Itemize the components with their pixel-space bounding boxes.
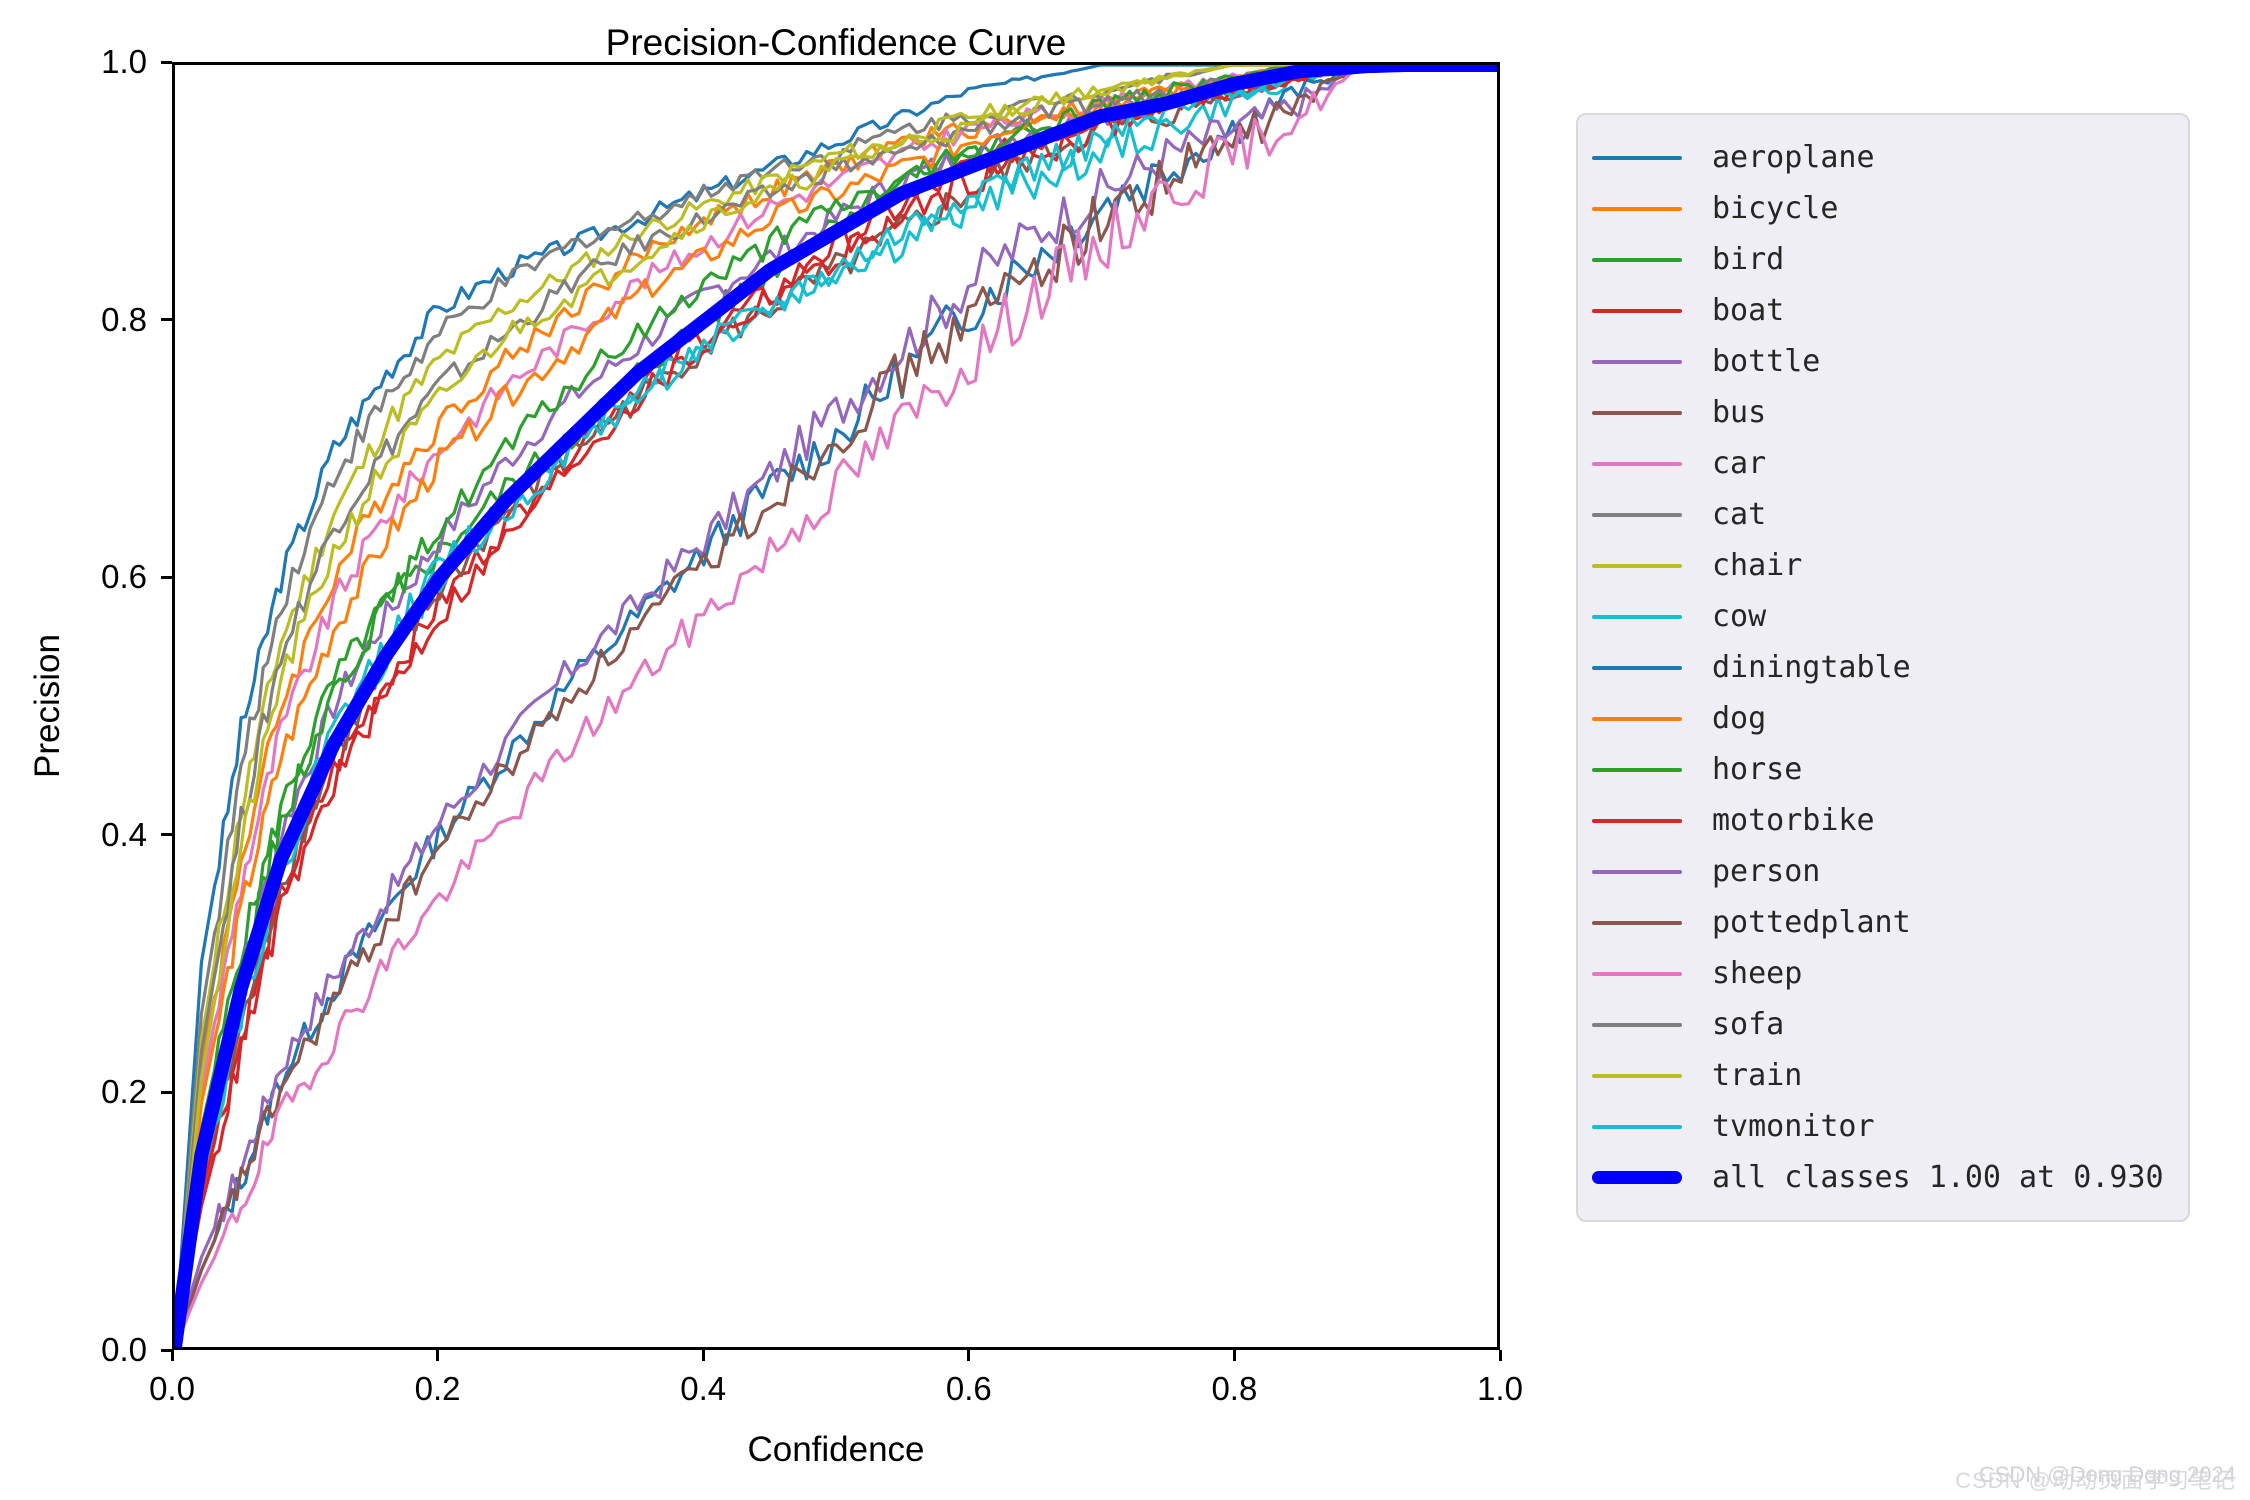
legend-item-label: bird: [1712, 242, 1785, 277]
legend-color-swatch: [1592, 206, 1682, 211]
chart-title: Precision-Confidence Curve: [605, 22, 1067, 63]
legend-item-label: motorbike: [1712, 803, 1875, 838]
plot-area: [172, 62, 1500, 1350]
curve-line: [175, 65, 1497, 1347]
legend-item[interactable]: bicycle: [1578, 183, 2188, 234]
legend-item-label: bottle: [1712, 344, 1821, 379]
legend-item[interactable]: aeroplane: [1578, 132, 2188, 183]
x-tick-label: 0.4: [680, 1370, 727, 1407]
legend-item-label: boat: [1712, 293, 1785, 328]
x-axis-label: Confidence: [747, 1430, 925, 1469]
x-tick-mark: [436, 1350, 440, 1361]
legend-item[interactable]: sheep: [1578, 948, 2188, 999]
watermark-line-2: CSDN @动动页面学习笔记: [1955, 1468, 2236, 1493]
x-tick-mark: [1232, 1350, 1236, 1361]
legend-item-label: dog: [1712, 701, 1767, 736]
legend-item-label: tvmonitor: [1712, 1109, 1875, 1144]
legend-color-swatch: [1592, 359, 1682, 364]
legend-item-label: bus: [1712, 395, 1767, 430]
x-tick-mark: [701, 1350, 705, 1361]
legend-item-label: cow: [1712, 599, 1767, 634]
legend-color-swatch: [1592, 563, 1682, 568]
y-tick-label: 0.8: [101, 300, 147, 338]
x-tick-mark: [170, 1350, 174, 1361]
legend-color-swatch: [1592, 1073, 1682, 1078]
x-tick-label: 0.2: [414, 1370, 461, 1407]
watermark: CSDN @Dong Dong 2024 CSDN @动动页面学习笔记: [1955, 1462, 2236, 1493]
legend-item[interactable]: all classes 1.00 at 0.930: [1578, 1152, 2188, 1203]
legend-item-label: train: [1712, 1058, 1803, 1093]
legend-item-label: horse: [1712, 752, 1803, 787]
legend-item[interactable]: cat: [1578, 489, 2188, 540]
legend-item[interactable]: train: [1578, 1050, 2188, 1101]
legend-color-swatch: [1592, 920, 1682, 925]
legend-item[interactable]: person: [1578, 846, 2188, 897]
legend-color-swatch: [1592, 155, 1682, 160]
y-tick-label: 0.2: [101, 1073, 147, 1111]
legend-color-swatch: [1592, 716, 1682, 721]
legend-item-label: sheep: [1712, 956, 1803, 991]
legend-color-swatch: [1592, 461, 1682, 466]
legend-item[interactable]: horse: [1578, 744, 2188, 795]
legend-color-swatch: [1592, 410, 1682, 415]
legend-item-label: chair: [1712, 548, 1803, 583]
legend-color-swatch: [1592, 614, 1682, 619]
legend-item[interactable]: chair: [1578, 540, 2188, 591]
legend-color-swatch: [1592, 818, 1682, 823]
legend-item-label: aeroplane: [1712, 140, 1875, 175]
legend-color-swatch: [1592, 512, 1682, 517]
legend-item[interactable]: bottle: [1578, 336, 2188, 387]
legend-item[interactable]: tvmonitor: [1578, 1101, 2188, 1152]
legend-item[interactable]: dog: [1578, 693, 2188, 744]
legend-color-swatch: [1592, 971, 1682, 976]
legend-item-label: pottedplant: [1712, 905, 1911, 940]
y-tick-mark: [161, 1090, 172, 1094]
x-tick-label: 0.6: [945, 1370, 992, 1407]
x-tick-label: 0.0: [149, 1370, 195, 1407]
y-axis-label: Precision: [28, 634, 67, 778]
legend-item-label: bicycle: [1712, 191, 1839, 226]
legend-item[interactable]: boat: [1578, 285, 2188, 336]
legend-color-swatch: [1592, 665, 1682, 670]
legend-color-swatch: [1592, 767, 1682, 772]
y-tick-mark: [161, 833, 172, 837]
curves-svg: [175, 65, 1497, 1347]
legend-color-swatch: [1592, 257, 1682, 262]
legend-item-label: all classes 1.00 at 0.930: [1712, 1160, 2164, 1195]
legend-color-swatch: [1592, 1124, 1682, 1129]
legend-item[interactable]: cow: [1578, 591, 2188, 642]
legend-item[interactable]: diningtable: [1578, 642, 2188, 693]
legend-color-swatch: [1592, 1022, 1682, 1027]
legend-item[interactable]: bird: [1578, 234, 2188, 285]
y-tick-label: 0.6: [101, 558, 147, 596]
x-tick-label: 1.0: [1477, 1370, 1523, 1407]
y-tick-mark: [161, 318, 172, 322]
legend-color-swatch: [1592, 869, 1682, 874]
figure-canvas: Precision-Confidence Curve 0.0 0.2 0.4 0.6 0…: [0, 0, 2250, 1500]
legend-item-label: cat: [1712, 497, 1767, 532]
y-tick-label: 0.0: [101, 1331, 147, 1368]
legend-item-label: car: [1712, 446, 1767, 481]
y-tick-label: 1.0: [101, 43, 147, 80]
legend-item[interactable]: car: [1578, 438, 2188, 489]
legend-item-label: diningtable: [1712, 650, 1911, 685]
x-tick-mark: [1498, 1350, 1502, 1361]
x-tick-label: 0.8: [1211, 1370, 1258, 1407]
legend-item-label: sofa: [1712, 1007, 1785, 1042]
x-tick-mark: [967, 1350, 971, 1361]
legend-color-swatch: [1592, 308, 1682, 313]
y-tick-label: 0.4: [101, 815, 147, 853]
legend-item[interactable]: bus: [1578, 387, 2188, 438]
y-tick-mark: [161, 575, 172, 579]
y-tick-mark: [161, 1348, 172, 1352]
y-tick-mark: [161, 60, 172, 64]
legend-item[interactable]: pottedplant: [1578, 897, 2188, 948]
legend-color-swatch: [1592, 1171, 1682, 1184]
legend-item[interactable]: motorbike: [1578, 795, 2188, 846]
legend-item-label: person: [1712, 854, 1821, 889]
legend-item[interactable]: sofa: [1578, 999, 2188, 1050]
legend-box[interactable]: aeroplane bicycle bird boat bottle bus car cat c…: [1576, 113, 2190, 1222]
